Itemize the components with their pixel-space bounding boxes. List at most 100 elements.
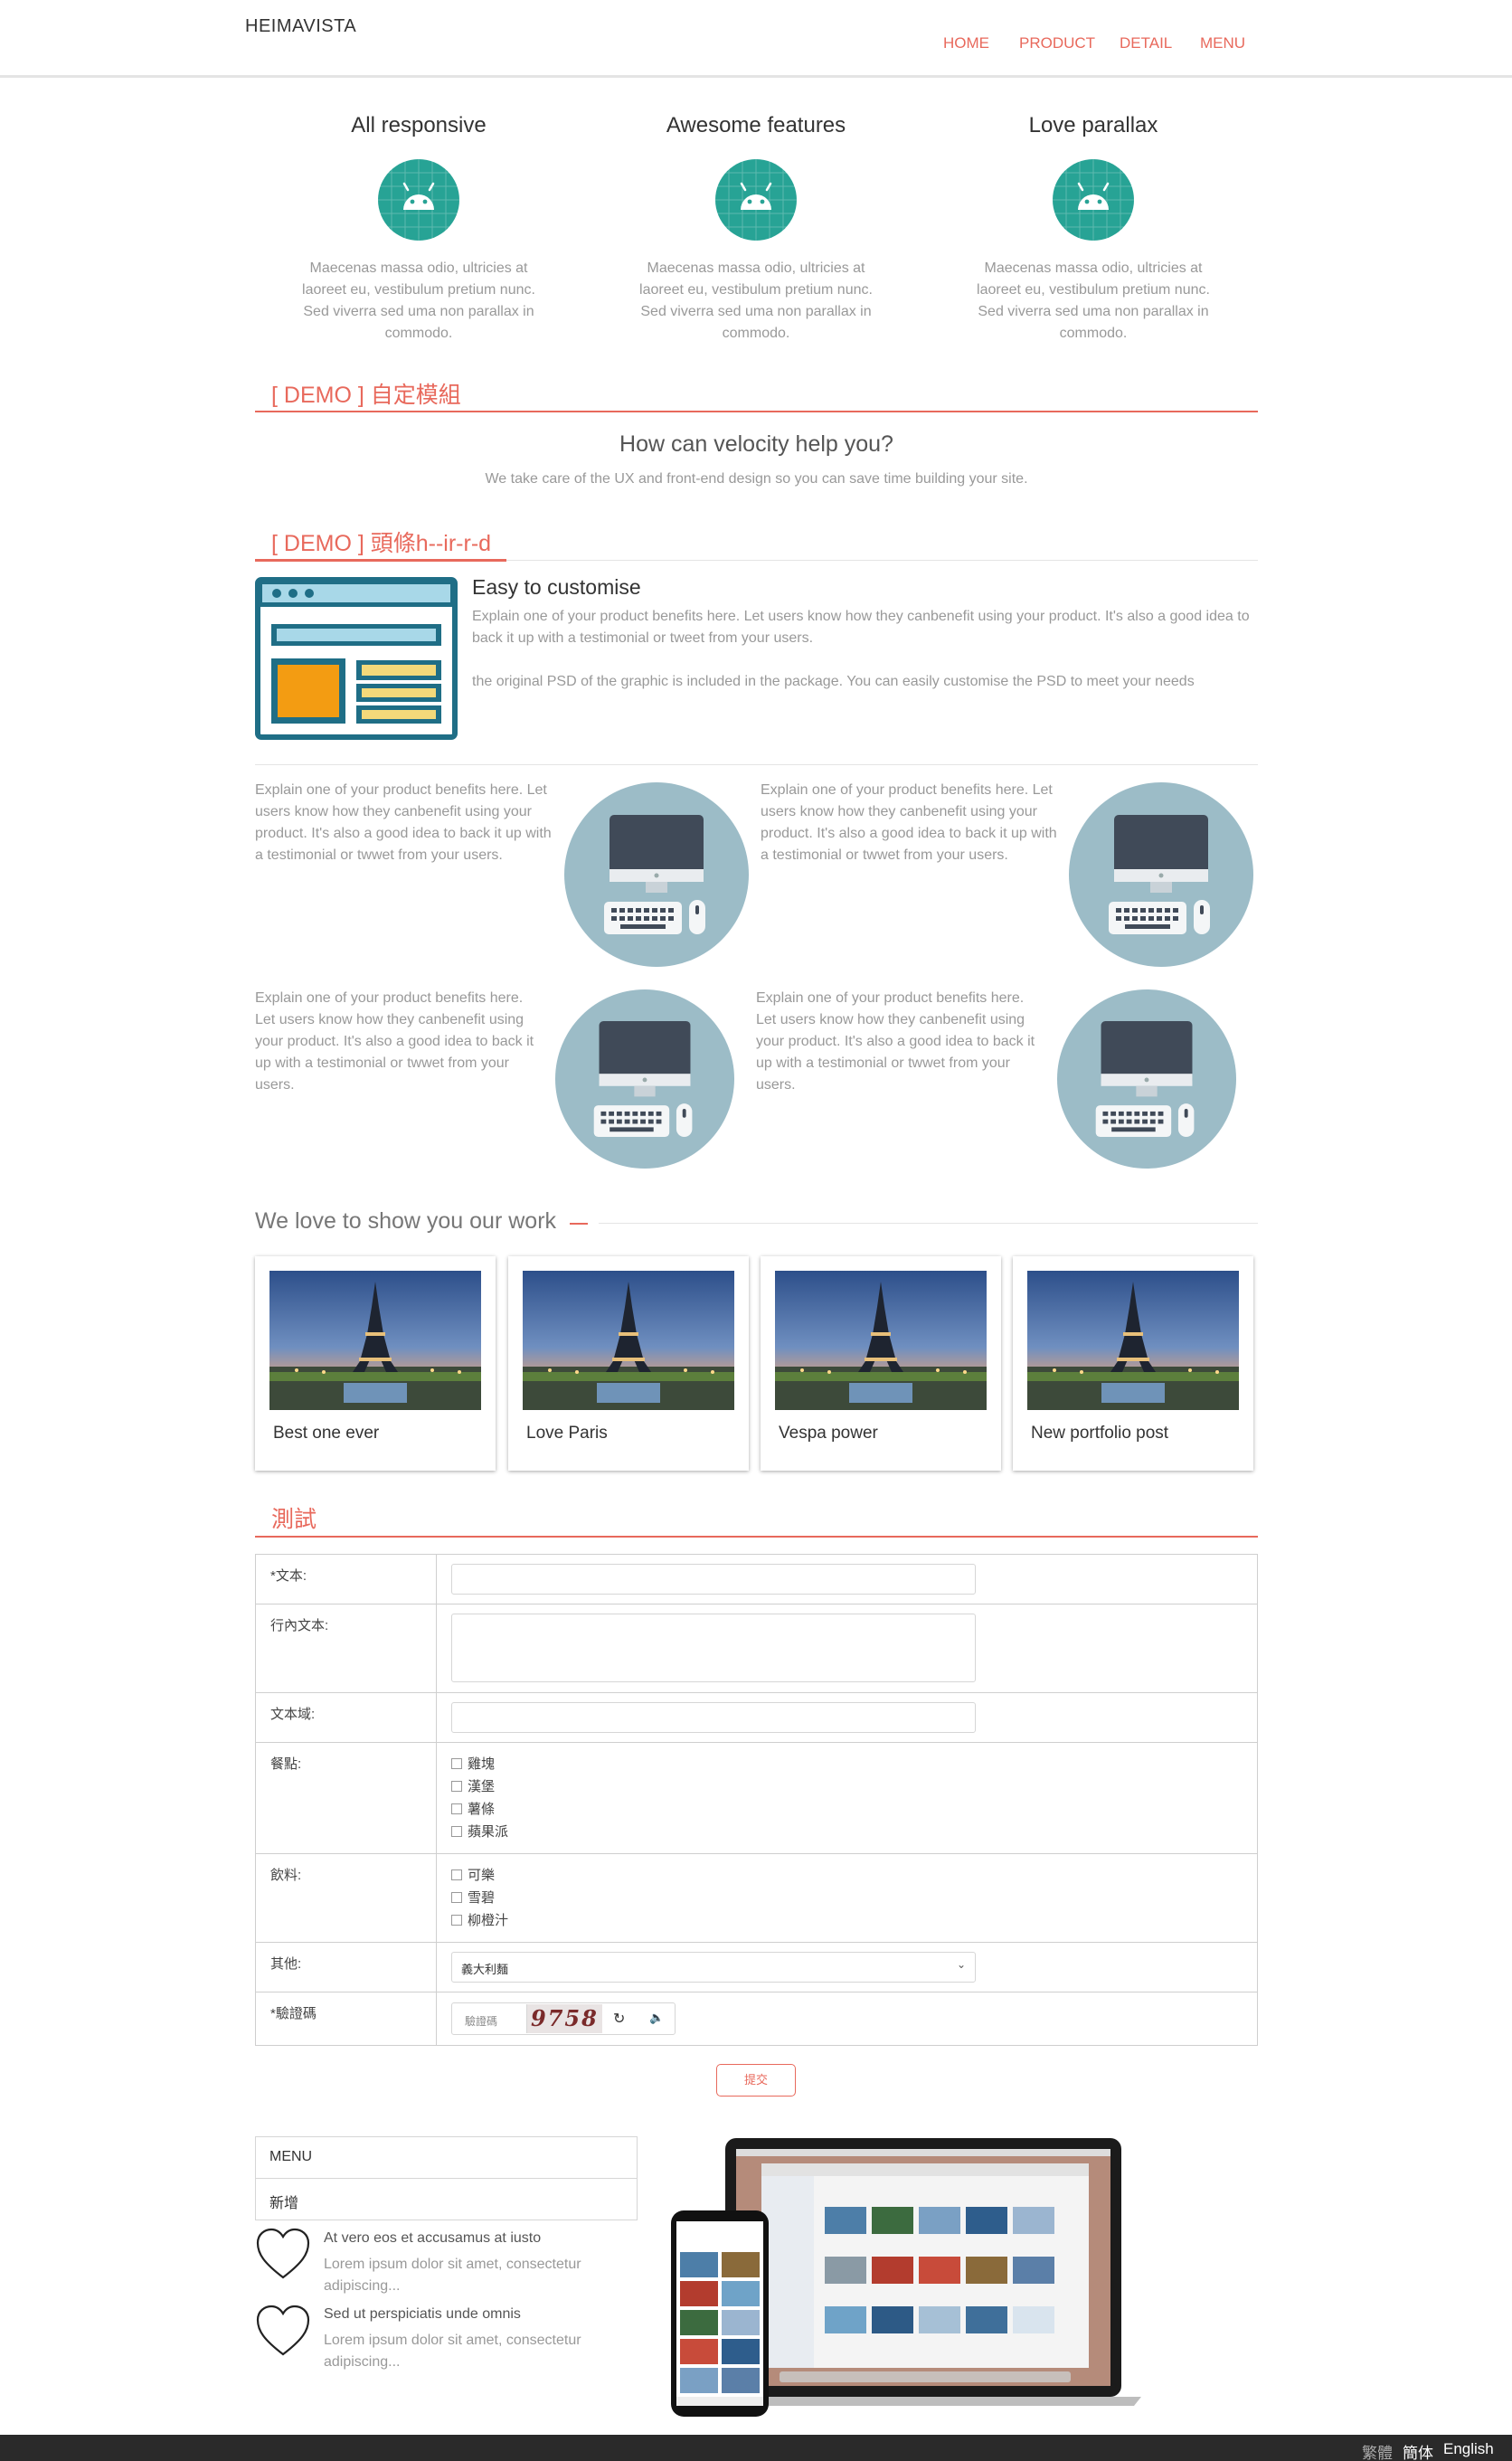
demo1-heading: How can velocity help you?: [619, 431, 893, 457]
portfolio-card[interactable]: Love Paris: [508, 1256, 749, 1471]
demo2-paragraph: the original PSD of the graphic is inclu…: [472, 674, 1195, 689]
meal-checkbox[interactable]: 雞塊: [451, 1754, 495, 1773]
list-item-title[interactable]: Sed ut perspiciatis unde omnis: [324, 2306, 521, 2323]
eiffel-tower-image: [775, 1271, 987, 1410]
checkbox-box[interactable]: [451, 1892, 462, 1903]
laptop-phone-mockup: [671, 2134, 1167, 2421]
nav-menu[interactable]: MENU: [1200, 34, 1245, 52]
feature-text: Maecenas massa odio, ultricies at laoree…: [639, 260, 873, 341]
lang-english[interactable]: English: [1443, 2440, 1494, 2458]
meal-checkbox[interactable]: 蘋果派: [451, 1822, 508, 1841]
captcha-placeholder: 驗證碼: [465, 2015, 498, 2028]
refresh-icon[interactable]: ↻: [613, 2010, 625, 2028]
android-icon: [715, 159, 797, 241]
nav-product[interactable]: PRODUCT: [1019, 34, 1095, 52]
android-icon: [378, 159, 459, 241]
desktop-computer-icon: [1057, 989, 1236, 1169]
meal-checkbox[interactable]: 漢堡: [451, 1776, 495, 1795]
feature-title: Awesome features: [666, 113, 846, 137]
heart-icon: [255, 2227, 311, 2287]
lang-simplified[interactable]: 簡体: [1403, 2440, 1433, 2461]
form-row-inline: 行內文本:: [255, 1604, 1258, 1693]
captcha-group: 驗證碼 9758 ↻ 🔈: [451, 2002, 676, 2035]
portfolio-card[interactable]: Vespa power: [761, 1256, 1001, 1471]
benefit-text: Explain one of your product benefits her…: [761, 782, 1057, 863]
lang-traditional[interactable]: 繁體: [1362, 2440, 1393, 2461]
drink-checkbox[interactable]: 雪碧: [451, 1888, 495, 1907]
inline-textarea[interactable]: [451, 1614, 976, 1682]
card-caption: Vespa power: [779, 1424, 878, 1443]
checkbox-label: 可樂: [468, 1868, 496, 1883]
footer-bar: 繁體 簡体 English: [0, 2435, 1512, 2461]
checkbox-label: 雪碧: [468, 1890, 496, 1906]
field-label: *文本:: [256, 1555, 437, 1604]
demo2-paragraph: Explain one of your product benefits her…: [472, 609, 1250, 646]
nav-home[interactable]: HOME: [943, 34, 989, 52]
list-item-text: Lorem ipsum dolor sit amet, consectetur …: [324, 2257, 581, 2294]
menu-item-add[interactable]: 新增: [255, 2178, 638, 2220]
drink-checkbox[interactable]: 可樂: [451, 1865, 495, 1884]
textarea-field[interactable]: [451, 1702, 976, 1733]
card-caption: Best one ever: [273, 1424, 380, 1443]
checkbox-label: 薯條: [468, 1802, 496, 1817]
speaker-icon[interactable]: 🔈: [649, 2011, 664, 2025]
divider: [599, 1223, 1258, 1224]
site-logo[interactable]: HEIMAVISTA: [245, 16, 356, 37]
divider-accent: [255, 559, 506, 562]
field-label: 餐點:: [256, 1743, 437, 1853]
checkbox-box[interactable]: [451, 1803, 462, 1814]
checkbox-box[interactable]: [451, 1758, 462, 1769]
form-row-area: 文本域:: [255, 1693, 1258, 1743]
portfolio-card[interactable]: Best one ever: [255, 1256, 496, 1471]
feature-title: Love parallax: [1028, 113, 1158, 137]
demo2-heading: Easy to customise: [472, 575, 641, 599]
captcha-input[interactable]: 驗證碼: [452, 2003, 526, 2034]
form-row-other: 其他: 義大利麵 ⌄: [255, 1943, 1258, 1992]
divider: [255, 411, 1258, 412]
form-row-captcha: *驗證碼 驗證碼 9758 ↻ 🔈: [255, 1992, 1258, 2046]
chevron-down-icon: ⌄: [956, 1958, 966, 1971]
meal-checkbox[interactable]: 薯條: [451, 1799, 495, 1818]
nav-detail[interactable]: DETAIL: [1120, 34, 1172, 52]
site-header: HEIMAVISTA HOME PRODUCT DETAIL MENU: [0, 0, 1512, 78]
desktop-computer-icon: [1069, 782, 1253, 967]
checkbox-box[interactable]: [451, 1826, 462, 1837]
checkbox-box[interactable]: [451, 1781, 462, 1792]
heart-icon: [255, 2304, 311, 2364]
desktop-computer-icon: [564, 782, 749, 967]
submit-button[interactable]: 提交: [716, 2064, 796, 2097]
form-row-text: *文本:: [255, 1554, 1258, 1604]
drink-checkbox[interactable]: 柳橙汁: [451, 1910, 508, 1929]
text-input[interactable]: [451, 1564, 976, 1595]
page: HEIMAVISTA HOME PRODUCT DETAIL MENU All …: [0, 0, 1512, 2461]
feature-text: Maecenas massa odio, ultricies at laoree…: [302, 260, 535, 341]
eiffel-tower-image: [269, 1271, 481, 1410]
form-row-drinks: 飲料: 可樂 雪碧 柳橙汁: [255, 1854, 1258, 1943]
field-label: 行內文本:: [256, 1604, 437, 1692]
benefit-text: Explain one of your product benefits her…: [756, 990, 1035, 1093]
feature-title: All responsive: [351, 113, 487, 137]
select-value: 義大利麵: [461, 1963, 509, 1976]
checkbox-label: 柳橙汁: [468, 1913, 509, 1928]
checkbox-label: 蘋果派: [468, 1824, 509, 1840]
checkbox-label: 雞塊: [468, 1756, 496, 1772]
demo1-title: [ DEMO ] 自定模組: [271, 383, 461, 408]
form-title: 測試: [271, 1507, 317, 1532]
feature-text: Maecenas massa odio, ultricies at laoree…: [977, 260, 1210, 341]
android-icon: [1053, 159, 1134, 241]
desktop-computer-icon: [555, 989, 734, 1169]
checkbox-box[interactable]: [451, 1869, 462, 1880]
browser-window-icon: [255, 577, 458, 744]
work-title: We love to show you our work: [255, 1208, 557, 1234]
card-caption: New portfolio post: [1031, 1424, 1169, 1443]
field-label: 飲料:: [256, 1854, 437, 1942]
checkbox-box[interactable]: [451, 1915, 462, 1926]
benefit-text: Explain one of your product benefits her…: [255, 990, 534, 1093]
captcha-image: 9758: [526, 2004, 602, 2033]
other-select[interactable]: 義大利麵 ⌄: [451, 1952, 976, 1983]
divider: [255, 764, 1258, 765]
eiffel-tower-image: [523, 1271, 734, 1410]
list-item-title[interactable]: At vero eos et accusamus at iusto: [324, 2230, 541, 2247]
demo1-subtitle: We take care of the UX and front-end des…: [485, 471, 1028, 487]
portfolio-card[interactable]: New portfolio post: [1013, 1256, 1253, 1471]
